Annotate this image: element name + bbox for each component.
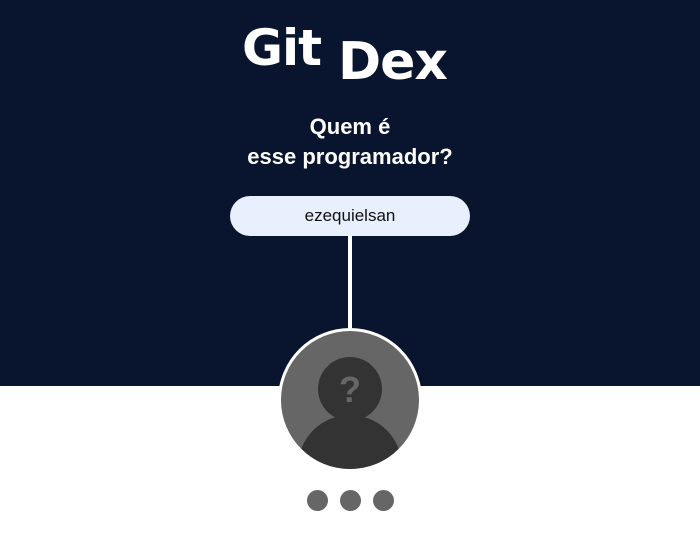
loading-dot — [307, 490, 328, 511]
loading-indicator — [305, 490, 395, 512]
question-line-2: esse programador? — [247, 144, 453, 169]
question-line-1: Quem é — [309, 114, 391, 139]
avatar: ? — [278, 328, 422, 472]
question-mark-icon: ? — [339, 369, 361, 410]
logo-git-text: Git — [242, 19, 322, 77]
gitdex-logo: Git Dex — [242, 19, 462, 92]
page-question: Quem é esse programador? — [0, 112, 700, 172]
loading-dot — [340, 490, 361, 511]
username-search-input[interactable] — [230, 196, 470, 236]
loading-dot — [373, 490, 394, 511]
logo-dex-text: Dex — [338, 32, 448, 92]
connector-line — [348, 236, 352, 328]
